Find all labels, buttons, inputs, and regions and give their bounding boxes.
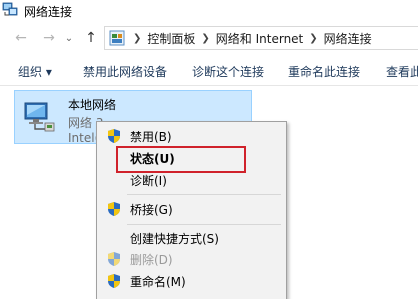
uac-shield-icon <box>108 274 120 288</box>
control-panel-icon <box>109 30 125 46</box>
address-bar[interactable]: ❯ 控制面板 ❯ 网络和 Internet ❯ 网络连接 <box>104 26 418 50</box>
menu-item-create-shortcut[interactable]: 创建快捷方式(S) <box>97 227 286 249</box>
recent-locations-chevron-icon[interactable]: ⌄ <box>62 28 76 48</box>
forward-arrow-icon[interactable]: → <box>40 28 58 48</box>
network-connections-icon <box>2 2 18 16</box>
menu-item-rename[interactable]: 重命名(M) <box>97 270 286 292</box>
organize-button[interactable]: 组织 ▾ <box>18 63 52 80</box>
uac-shield-icon <box>108 129 120 143</box>
breadcrumb-separator-icon[interactable]: ❯ <box>201 33 209 44</box>
connection-name: 本地网络 <box>68 98 117 112</box>
title-bar: 网络连接 <box>0 0 418 20</box>
window-title: 网络连接 <box>24 5 73 19</box>
menu-item-diagnose[interactable]: 诊断(I) <box>97 169 286 191</box>
breadcrumb-network-connections[interactable]: 网络连接 <box>324 30 372 47</box>
uac-shield-icon <box>108 202 120 216</box>
breadcrumb-control-panel[interactable]: 控制面板 <box>147 30 195 47</box>
menu-item-bridge[interactable]: 桥接(G) <box>97 198 286 220</box>
connection-device: Intel( <box>68 131 100 145</box>
context-menu: 禁用(B) 状态(U) 诊断(I) 桥接(G) 创建快捷方式(S) 删除(D) … <box>96 121 287 299</box>
network-connections-window: 网络连接 ← → ⌄ ↑ ❯ 控制面板 ❯ 网络和 Internet ❯ 网络连… <box>0 0 418 299</box>
breadcrumb-separator-icon[interactable]: ❯ <box>133 33 141 44</box>
menu-separator <box>127 194 281 195</box>
uac-shield-icon <box>108 252 120 266</box>
menu-item-delete[interactable]: 删除(D) <box>97 248 286 270</box>
breadcrumb-separator-icon[interactable]: ❯ <box>309 33 317 44</box>
menu-item-label: 禁用(B) <box>130 129 172 144</box>
rename-connection-button[interactable]: 重命名此连接 <box>288 63 360 80</box>
network-adapter-icon <box>24 102 55 132</box>
menu-item-label: 桥接(G) <box>130 202 173 217</box>
command-toolbar: 组织 ▾ 禁用此网络设备 诊断这个连接 重命名此连接 查看此 <box>0 56 418 86</box>
breadcrumb-network-internet[interactable]: 网络和 Internet <box>216 30 303 47</box>
menu-item-label: 重命名(M) <box>130 274 186 289</box>
diagnose-button[interactable]: 诊断这个连接 <box>192 63 264 80</box>
back-arrow-icon[interactable]: ← <box>12 28 30 48</box>
navigation-bar: ← → ⌄ ↑ ❯ 控制面板 ❯ 网络和 Internet ❯ 网络连接 <box>0 26 418 50</box>
menu-item-disable[interactable]: 禁用(B) <box>97 125 286 147</box>
menu-item-label: 创建快捷方式(S) <box>130 231 219 246</box>
menu-separator <box>127 224 281 225</box>
disable-device-button[interactable]: 禁用此网络设备 <box>83 63 167 80</box>
menu-item-label: 诊断(I) <box>130 173 167 188</box>
up-arrow-icon[interactable]: ↑ <box>82 28 100 48</box>
menu-item-label: 删除(D) <box>130 252 173 267</box>
view-status-button[interactable]: 查看此 <box>386 63 418 80</box>
